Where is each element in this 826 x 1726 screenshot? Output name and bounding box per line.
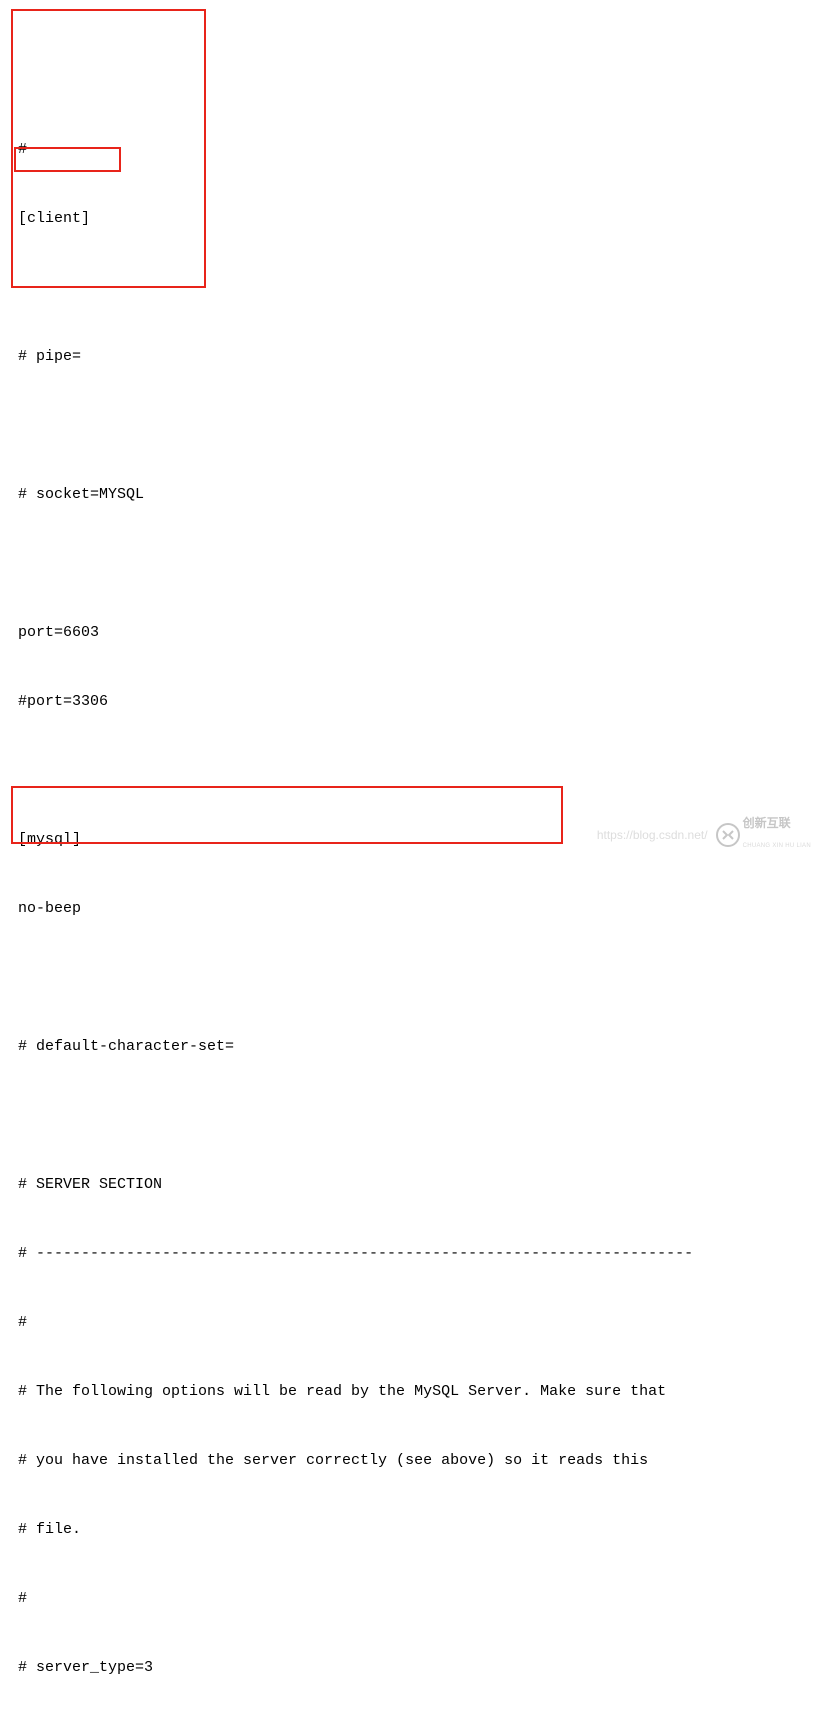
code-line: # you have installed the server correctl… (18, 1449, 808, 1472)
code-line (18, 1104, 808, 1127)
code-line (18, 759, 808, 782)
code-line: no-beep (18, 897, 808, 920)
code-line: # file. (18, 1518, 808, 1541)
code-line: #port=3306 (18, 690, 808, 713)
code-line (18, 276, 808, 299)
code-line: port=6603 (18, 621, 808, 644)
code-line: # server_type=3 (18, 1656, 808, 1679)
code-line: # default-character-set= (18, 1035, 808, 1058)
code-line: # SERVER SECTION (18, 1173, 808, 1196)
code-line: # (18, 1587, 808, 1610)
code-line: [mysql] (18, 828, 808, 851)
code-line: # pipe= (18, 345, 808, 368)
code-line: [client] (18, 207, 808, 230)
code-line (18, 552, 808, 575)
code-line: # The following options will be read by … (18, 1380, 808, 1403)
code-line: # socket=MYSQL (18, 483, 808, 506)
code-line: # --------------------------------------… (18, 1242, 808, 1265)
code-line: # (18, 1311, 808, 1334)
config-file-content: # [client] # pipe= # socket=MYSQL port=6… (18, 92, 808, 1726)
code-line: [mysqld] (18, 1725, 808, 1726)
code-line: # (18, 138, 808, 161)
code-line (18, 414, 808, 437)
code-line (18, 966, 808, 989)
